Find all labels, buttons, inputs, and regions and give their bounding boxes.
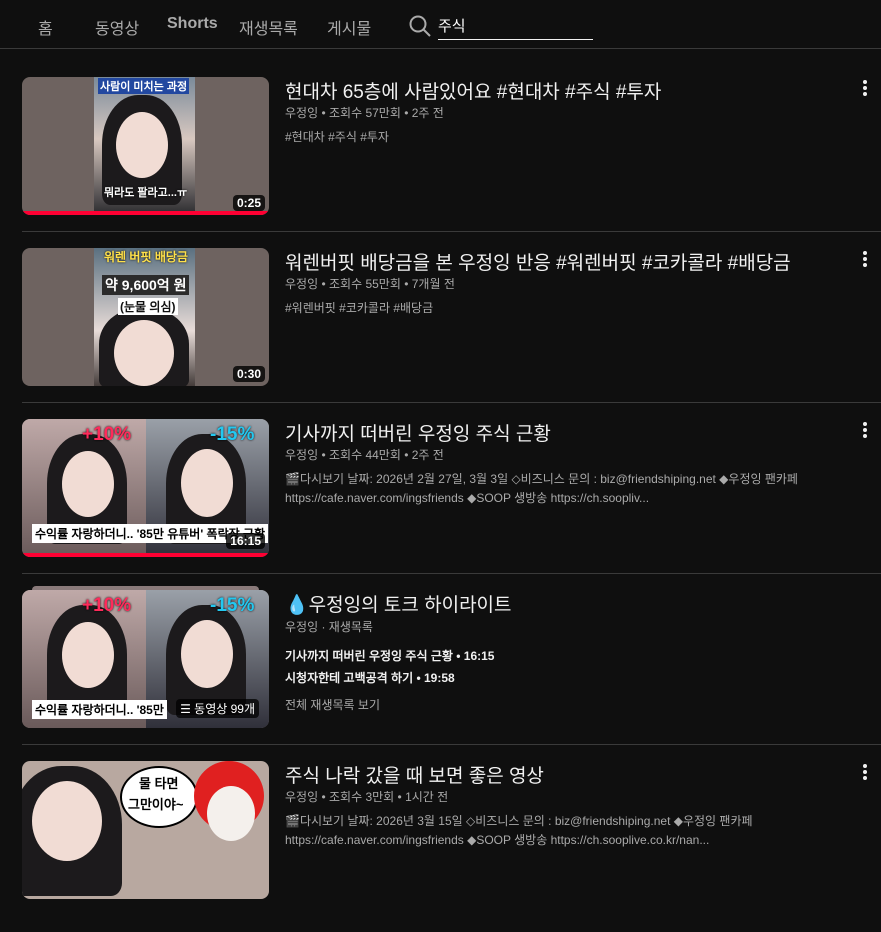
playlist-meta: 우정잉 · 재생목록 (285, 620, 373, 634)
more-options-icon[interactable] (858, 250, 872, 268)
tab-videos[interactable]: 동영상 (95, 15, 139, 39)
droplet-icon: 💧 (285, 595, 309, 616)
thumbnail-caption: 물 타면 (139, 776, 179, 791)
tab-playlists[interactable]: 재생목록 (239, 15, 298, 39)
divider (22, 573, 881, 574)
duration-badge: 0:30 (232, 366, 265, 382)
video-thumbnail[interactable]: 사람이 미치는 과정 뭐라도 팔라고...ㅠ 0:25 (22, 77, 269, 215)
video-thumbnail[interactable]: 물 타면 그만이야~ (22, 761, 269, 899)
duration-badge: 16:15 (226, 533, 265, 549)
divider (22, 744, 881, 745)
thumbnail-caption: +10% (82, 424, 132, 445)
thumbnail-caption: 사람이 미치는 과정 (98, 78, 190, 94)
video-meta: 우정잉 • 조회수 57만회 • 2주 전 (285, 106, 444, 120)
thumbnail-caption: 뭐라도 팔라고...ㅠ (104, 187, 188, 199)
thumbnail-caption: -15% (210, 595, 255, 616)
search-icon[interactable] (408, 14, 432, 38)
video-title[interactable]: 워렌버핏 배당금을 본 우정잉 반응 #워렌버핏 #코카콜라 #배당금 (285, 248, 791, 275)
video-title[interactable]: 주식 나락 갔을 때 보면 좋은 영상 (285, 761, 544, 788)
video-meta: 우정잉 • 조회수 3만회 • 1시간 전 (285, 790, 449, 804)
playlist-title-text: 우정잉의 토크 하이라이트 (308, 595, 512, 616)
video-description: #워렌버핏 #코카콜라 #배당금 (285, 301, 434, 315)
thumbnail-caption: 워렌 버핏 배당금 (104, 250, 188, 264)
video-meta: 우정잉 • 조회수 55만회 • 7개월 전 (285, 277, 455, 291)
divider (22, 402, 881, 403)
divider (22, 231, 881, 232)
thumbnail-caption: 그만이야~ (128, 797, 184, 812)
video-description: 🎬다시보기 날짜: 2026년 3월 15일 ◇비즈니스 문의 : biz@fr… (285, 814, 753, 828)
playlist-result[interactable]: +10% -15% 수익률 자랑하더니.. '85만 ☰ 동영상 99개 💧우정… (0, 586, 881, 757)
search-input[interactable]: 주식 (438, 13, 593, 40)
tab-shorts[interactable]: Shorts (167, 15, 218, 33)
video-description: #현대차 #주식 #투자 (285, 130, 389, 144)
playlist-thumbnail[interactable]: +10% -15% 수익률 자랑하더니.. '85만 ☰ 동영상 99개 (22, 590, 269, 728)
more-options-icon[interactable] (858, 79, 872, 97)
video-thumbnail[interactable]: +10% -15% 수익률 자랑하더니.. '85만 유튜버' 폭락장 근황 1… (22, 419, 269, 557)
channel-tabs-header: 홈 동영상 Shorts 재생목록 게시물 주식 (0, 0, 881, 49)
playlist-item[interactable]: 기사까지 떠버린 우정잉 주식 근황 • 16:15 (285, 647, 494, 664)
video-count-badge: ☰ 동영상 99개 (176, 699, 259, 718)
tab-posts[interactable]: 게시물 (327, 15, 371, 39)
tab-home[interactable]: 홈 (38, 15, 53, 39)
video-count: 동영상 99개 (194, 702, 255, 716)
video-result[interactable]: 워렌 버핏 배당금 약 9,600억 원 (눈물 의심) 0:30 워렌버핏 배… (0, 248, 881, 419)
more-options-icon[interactable] (858, 763, 872, 781)
video-description: https://cafe.naver.com/ingsfriends ◆SOOP… (285, 491, 650, 505)
watch-progress-bar (22, 553, 269, 557)
video-description: 🎬다시보기 날짜: 2026년 2월 27일, 3월 3일 ◇비즈니스 문의 :… (285, 472, 798, 486)
thumbnail-caption: 수익률 자랑하더니.. '85만 (32, 700, 167, 719)
watch-progress-bar (22, 211, 269, 215)
video-result[interactable]: +10% -15% 수익률 자랑하더니.. '85만 유튜버' 폭락장 근황 1… (0, 419, 881, 590)
thumbnail-caption: -15% (210, 424, 255, 445)
video-thumbnail[interactable]: 워렌 버핏 배당금 약 9,600억 원 (눈물 의심) 0:30 (22, 248, 269, 386)
thumbnail-caption: (눈물 의심) (118, 298, 178, 315)
video-meta: 우정잉 • 조회수 44만회 • 2주 전 (285, 448, 444, 462)
video-result[interactable]: 사람이 미치는 과정 뭐라도 팔라고...ㅠ 0:25 현대차 65층에 사람있… (0, 77, 881, 248)
view-full-playlist-link[interactable]: 전체 재생목록 보기 (285, 696, 380, 715)
playlist-icon: ☰ (180, 702, 195, 716)
playlist-item[interactable]: 시청자한테 고백공격 하기 • 19:58 (285, 669, 455, 686)
more-options-icon[interactable] (858, 421, 872, 439)
thumbnail-caption: +10% (82, 595, 132, 616)
duration-badge: 0:25 (232, 195, 265, 211)
video-title[interactable]: 현대차 65층에 사람있어요 #현대차 #주식 #투자 (285, 77, 661, 104)
video-result[interactable]: 물 타면 그만이야~ 주식 나락 갔을 때 보면 좋은 영상 우정잉 • 조회수… (0, 761, 881, 932)
playlist-title[interactable]: 💧우정잉의 토크 하이라이트 (285, 590, 512, 617)
video-title[interactable]: 기사까지 떠버린 우정잉 주식 근황 (285, 419, 551, 446)
thumbnail-caption: 약 9,600억 원 (102, 275, 190, 295)
video-description: https://cafe.naver.com/ingsfriends ◆SOOP… (285, 833, 710, 847)
